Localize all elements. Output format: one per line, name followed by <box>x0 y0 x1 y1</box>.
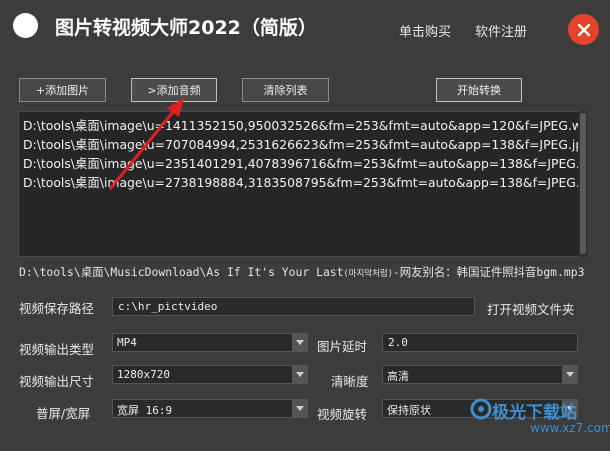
image-delay-input[interactable]: 2.0 <box>382 333 578 352</box>
list-scrollbar-thumb[interactable] <box>580 113 586 254</box>
start-convert-button[interactable]: 开始转换 <box>436 78 522 102</box>
screen-mode-label: 普屏/宽屏 <box>36 406 91 421</box>
save-path-input[interactable]: c:\hr_pictvideo <box>112 297 475 316</box>
dropdown-arrow-icon <box>292 366 307 383</box>
app-logo-icon <box>13 13 38 38</box>
dropdown-arrow-icon <box>562 366 577 383</box>
open-folder-link[interactable]: 打开视频文件夹 <box>487 299 575 318</box>
screen-mode-select[interactable]: 宽屏 16:9 <box>112 399 308 418</box>
clarity-select[interactable]: 高清 <box>382 365 578 384</box>
buy-link[interactable]: 单击购买 <box>399 21 451 40</box>
register-link[interactable]: 软件注册 <box>475 21 527 40</box>
add-image-button[interactable]: +添加图片 <box>19 78 106 102</box>
output-size-label: 视频输出尺寸 <box>19 374 95 389</box>
app-title: 图片转视频大师2022（简版） <box>55 17 317 39</box>
image-delay-label: 图片延时 <box>317 339 368 354</box>
dropdown-arrow-icon <box>292 334 307 351</box>
annotation-arrow-icon <box>108 98 184 190</box>
clarity-value: 高清 <box>387 370 409 383</box>
rotation-value: 保持原状 <box>387 404 431 417</box>
output-type-label: 视频输出类型 <box>19 342 95 357</box>
watermark-name: 极光下载站 <box>492 403 577 423</box>
output-type-select[interactable]: MP4 <box>112 333 308 352</box>
rotation-label: 视频旋转 <box>317 407 368 422</box>
close-button[interactable] <box>568 14 599 45</box>
output-type-value: MP4 <box>117 336 137 349</box>
watermark-url: www.xz7.com <box>530 421 610 435</box>
screen-mode-value: 宽屏 16:9 <box>117 404 173 417</box>
dropdown-arrow-icon <box>292 400 307 417</box>
close-icon <box>577 23 590 36</box>
clear-list-button[interactable]: 清除列表 <box>242 78 329 102</box>
output-size-select[interactable]: 1280x720 <box>112 365 308 384</box>
audio-file-path: D:\tools\桌面\MusicDownload\As If It's You… <box>19 265 585 279</box>
save-path-label: 视频保存路径 <box>19 301 95 316</box>
output-size-value: 1280x720 <box>117 368 170 381</box>
watermark-logo-icon <box>470 398 492 420</box>
clarity-label: 清晰度 <box>331 374 369 389</box>
